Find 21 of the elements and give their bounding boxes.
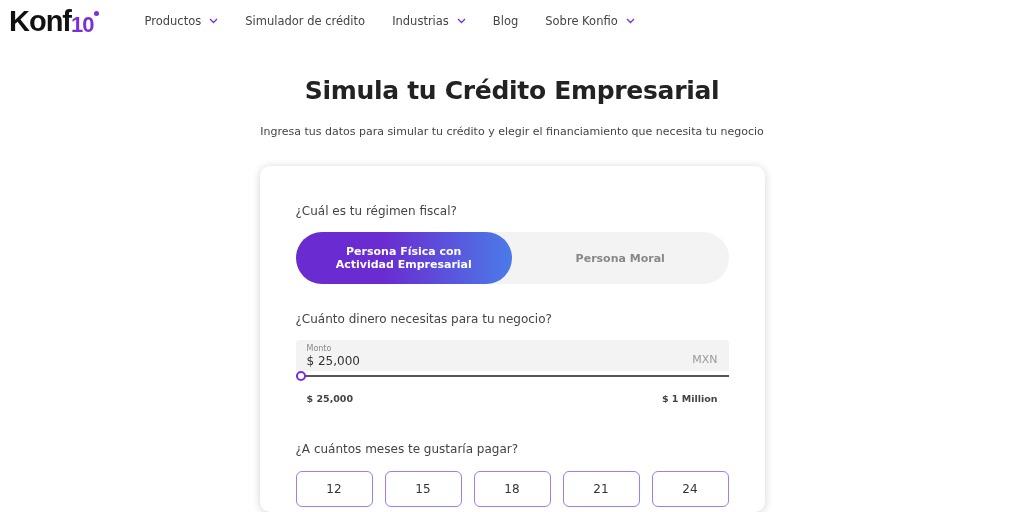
question-label: ¿A cuántos meses te gustaría pagar? (295, 442, 520, 456)
min-amount-label: $ 25,000 (306, 393, 354, 404)
slider-thumb[interactable] (295, 371, 306, 381)
nav-link[interactable]: Industrias (392, 14, 466, 28)
month-option[interactable]: 15 (384, 471, 462, 507)
question-label: ¿Cuánto dinero necesitas para tu negocio? (295, 312, 553, 326)
nav-link[interactable]: Sobre Konfio (545, 14, 635, 28)
nav-link[interactable]: Simulador de crédito (245, 14, 366, 28)
month-option[interactable]: 18 (473, 471, 551, 507)
page-title: Simula tu Crédito Empresarial (304, 76, 720, 105)
page-subtitle: Ingresa tus datos para simular tu crédito y elegir el financiamiento que necesita tu negocio (260, 125, 764, 138)
max-amount-label: $ 1 Million (661, 393, 718, 404)
regime-option[interactable]: Persona Física con Actividad Empresarial (295, 232, 512, 284)
question-label: ¿Cuál es tu régimen fiscal? (295, 204, 458, 218)
amount-field[interactable]: Monto $ 25,000 MXN (295, 340, 729, 371)
nav-link[interactable]: Productos (144, 14, 219, 28)
month-option[interactable]: 21 (562, 471, 640, 507)
nav-link[interactable]: Blog (492, 14, 519, 28)
month-option[interactable]: 24 (651, 471, 729, 507)
logo[interactable]: Konf10 (9, 6, 99, 36)
month-option[interactable]: 12 (295, 471, 373, 507)
